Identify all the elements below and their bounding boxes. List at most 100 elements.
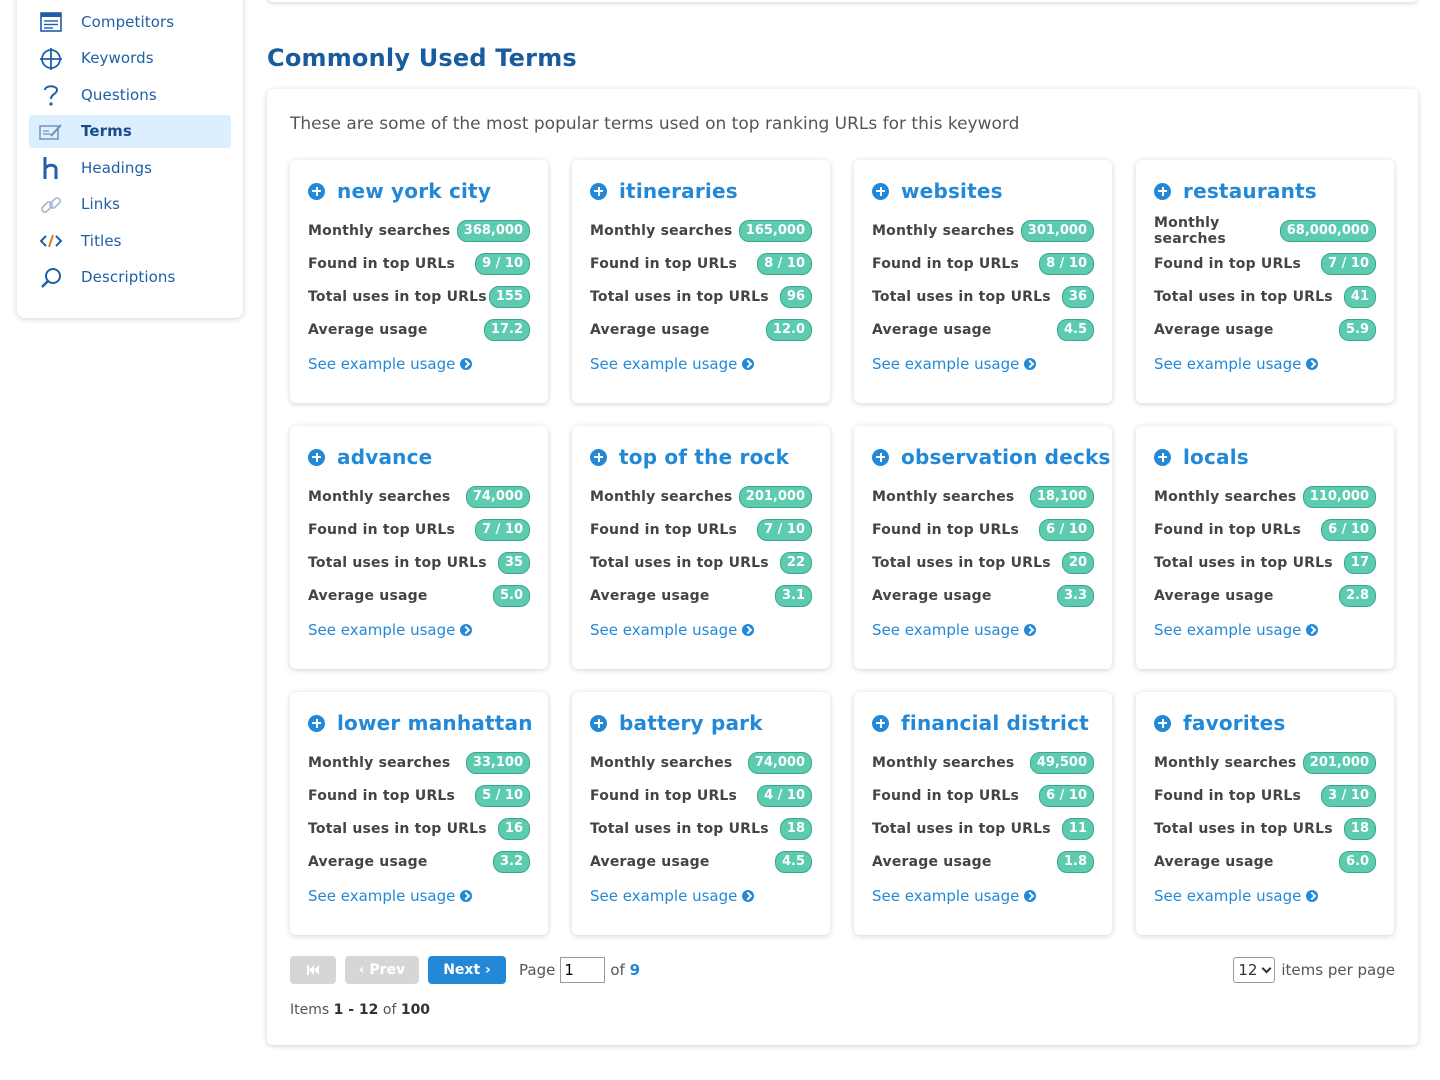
see-example-usage-link[interactable]: See example usage	[1154, 355, 1319, 373]
term-header[interactable]: itineraries	[590, 179, 738, 203]
term-name: favorites	[1183, 711, 1286, 735]
see-example-label: See example usage	[590, 355, 738, 373]
stat-label: Found in top URLs	[308, 256, 456, 272]
stat-badge: 20	[1061, 552, 1094, 574]
first-page-button[interactable]	[290, 956, 336, 984]
stat-row-found: Found in top URLs 4 / 10	[590, 785, 812, 807]
sidebar-item-questions[interactable]: Questions	[29, 78, 231, 111]
term-header[interactable]: websites	[872, 179, 1003, 203]
items-range: 1 - 12	[333, 1002, 379, 1018]
stat-label: Average usage	[590, 322, 710, 338]
sidebar-item-headings[interactable]: Headings	[29, 151, 231, 184]
items-per-page: 12 items per page	[1233, 956, 1395, 984]
arrow-right-circle-icon	[460, 358, 473, 370]
see-example-usage-link[interactable]: See example usage	[872, 887, 1037, 905]
page-number-input[interactable]	[560, 957, 606, 983]
see-example-usage-link[interactable]: See example usage	[590, 887, 755, 905]
sidebar-item-links[interactable]: Links	[29, 188, 231, 221]
plus-circle-icon[interactable]	[1154, 714, 1171, 732]
term-header[interactable]: top of the rock	[590, 445, 789, 469]
stat-badge: 18	[779, 818, 812, 840]
stat-badge: 4.5	[1056, 319, 1094, 341]
see-example-usage-link[interactable]: See example usage	[308, 887, 473, 905]
see-example-usage-link[interactable]: See example usage	[872, 355, 1037, 373]
plus-circle-icon[interactable]	[590, 448, 607, 466]
stat-badge: 9 / 10	[475, 253, 530, 275]
term-card: financial district Monthly searches 49,5…	[854, 692, 1112, 935]
previous-section-panel	[267, 0, 1418, 2]
stat-label: Found in top URLs	[590, 522, 738, 538]
stat-label: Monthly searches	[590, 755, 733, 771]
arrow-right-circle-icon	[742, 624, 755, 636]
stat-label: Total uses in top URLs	[1154, 555, 1333, 571]
items-per-page-select[interactable]: 12	[1233, 957, 1276, 983]
stat-label: Monthly searches	[590, 489, 733, 505]
stat-label: Total uses in top URLs	[1154, 289, 1333, 305]
term-header[interactable]: advance	[308, 445, 432, 469]
plus-circle-icon[interactable]	[308, 714, 325, 732]
see-example-usage-link[interactable]: See example usage	[308, 621, 473, 639]
stat-badge: 68,000,000	[1279, 220, 1376, 242]
term-header[interactable]: observation decks	[872, 445, 1111, 469]
term-header[interactable]: restaurants	[1154, 179, 1317, 203]
stat-badge: 18,100	[1029, 486, 1094, 508]
stat-badge: 165,000	[738, 220, 812, 242]
term-header[interactable]: lower manhattan	[308, 711, 533, 735]
stat-row-monthly: Monthly searches 368,000	[308, 220, 530, 242]
stat-badge: 17	[1343, 552, 1376, 574]
term-name: new york city	[337, 179, 492, 203]
arrow-right-circle-icon	[1024, 890, 1037, 902]
plus-circle-icon[interactable]	[1154, 182, 1171, 200]
see-example-usage-link[interactable]: See example usage	[590, 355, 755, 373]
term-card: observation decks Monthly searches 18,10…	[854, 426, 1112, 669]
term-header[interactable]: locals	[1154, 445, 1249, 469]
stat-label: Found in top URLs	[1154, 522, 1302, 538]
prev-page-button[interactable]: ‹ Prev	[345, 956, 419, 984]
plus-circle-icon[interactable]	[308, 182, 325, 200]
stat-label: Monthly searches	[308, 755, 451, 771]
stat-row-found: Found in top URLs 8 / 10	[872, 253, 1094, 275]
stat-label: Monthly searches	[590, 223, 733, 239]
items-of: of	[382, 1002, 397, 1018]
term-card: battery park Monthly searches 74,000 Fou…	[572, 692, 830, 935]
sidebar-item-label: Headings	[81, 158, 153, 177]
term-header[interactable]: battery park	[590, 711, 763, 735]
stat-row-monthly: Monthly searches 201,000	[590, 486, 812, 508]
sidebar-item-competitors[interactable]: Competitors	[29, 5, 231, 38]
titles-icon	[39, 229, 63, 253]
sidebar-item-descriptions[interactable]: Descriptions	[29, 261, 231, 294]
term-header[interactable]: favorites	[1154, 711, 1286, 735]
stat-badge: 2.8	[1338, 585, 1376, 607]
see-example-usage-link[interactable]: See example usage	[308, 355, 473, 373]
plus-circle-icon[interactable]	[1154, 448, 1171, 466]
stat-badge: 22	[779, 552, 812, 574]
term-header[interactable]: new york city	[308, 179, 491, 203]
plus-circle-icon[interactable]	[872, 182, 889, 200]
next-page-button[interactable]: Next ›	[428, 956, 506, 984]
term-name: advance	[337, 445, 433, 469]
plus-circle-icon[interactable]	[590, 182, 607, 200]
see-example-usage-link[interactable]: See example usage	[872, 621, 1037, 639]
term-header[interactable]: financial district	[872, 711, 1089, 735]
see-example-label: See example usage	[308, 355, 456, 373]
stat-row-found: Found in top URLs 7 / 10	[1154, 253, 1376, 275]
plus-circle-icon[interactable]	[590, 714, 607, 732]
sidebar-item-label: Titles	[81, 231, 122, 250]
stat-badge: 6 / 10	[1039, 519, 1094, 541]
sidebar-item-titles[interactable]: Titles	[29, 224, 231, 257]
see-example-usage-link[interactable]: See example usage	[590, 621, 755, 639]
plus-circle-icon[interactable]	[872, 714, 889, 732]
stat-label: Found in top URLs	[590, 256, 738, 272]
stat-badge: 110,000	[1302, 486, 1376, 508]
sidebar-item-terms[interactable]: Terms	[29, 114, 231, 148]
stat-row-average: Average usage 17.2	[308, 319, 530, 341]
plus-circle-icon[interactable]	[872, 448, 889, 466]
stat-row-total: Total uses in top URLs 35	[308, 552, 530, 574]
stat-label: Found in top URLs	[308, 788, 456, 804]
sidebar-item-keywords[interactable]: Keywords	[29, 42, 231, 75]
see-example-usage-link[interactable]: See example usage	[1154, 621, 1319, 639]
sidebar-item-label: Keywords	[81, 49, 154, 67]
stat-badge: 18	[1343, 818, 1376, 840]
see-example-usage-link[interactable]: See example usage	[1154, 887, 1319, 905]
plus-circle-icon[interactable]	[308, 448, 325, 466]
